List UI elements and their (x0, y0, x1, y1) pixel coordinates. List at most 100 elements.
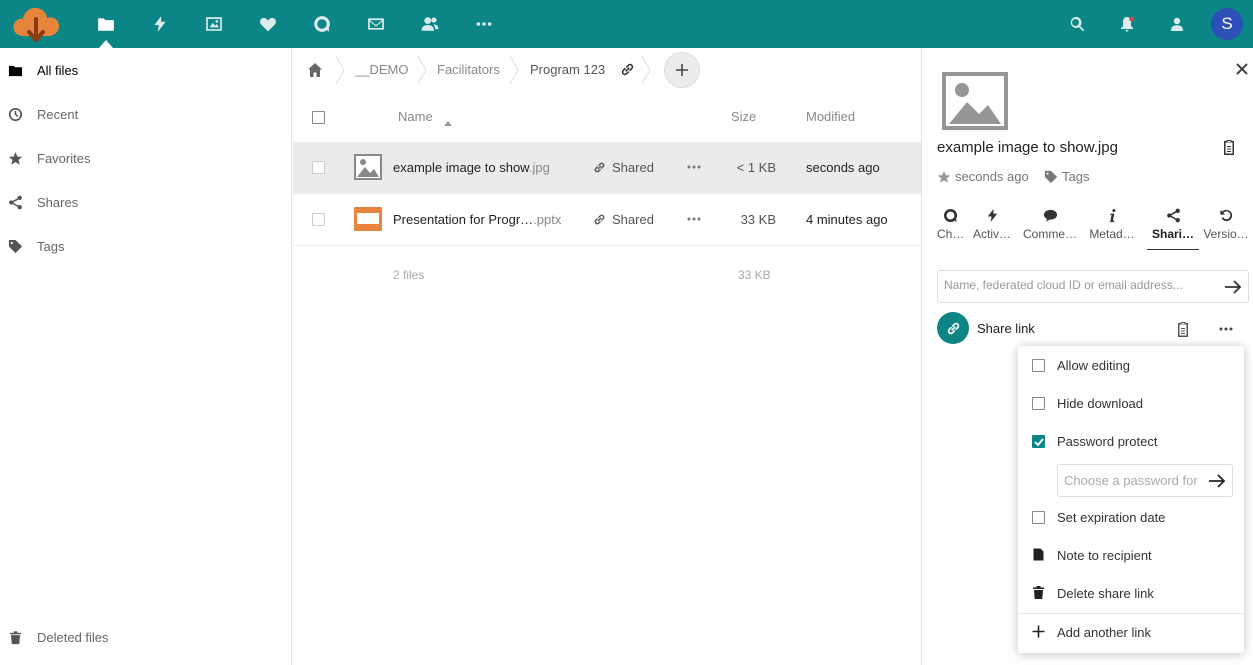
sidebar-item-tags[interactable]: Tags (0, 224, 291, 268)
sidebar-item-shares[interactable]: Shares (0, 180, 291, 224)
comment-icon (1021, 208, 1079, 224)
sidebar-item-label: Deleted files (37, 629, 109, 645)
close-icon[interactable] (1235, 62, 1249, 76)
allow-editing-option[interactable]: Allow editing (1018, 346, 1244, 384)
file-list-area: __DEMO Facilitators Program 123 Name Siz… (293, 48, 921, 665)
password-protect-option[interactable]: Password protect (1018, 422, 1244, 460)
sidebar-item-deleted-files[interactable]: Deleted files (0, 615, 291, 659)
share-link-avatar (937, 312, 969, 344)
active-tab-underline (1147, 249, 1199, 250)
clock-icon (7, 106, 23, 122)
share-link-label: Share link (977, 321, 1035, 336)
copy-to-clipboard-icon[interactable] (1175, 320, 1191, 338)
file-name[interactable]: Presentation for Progr….pptx (393, 212, 561, 227)
row-checkbox[interactable] (312, 213, 325, 226)
tab-activity[interactable]: Activ… (970, 208, 1014, 242)
file-thumbnail (942, 72, 1008, 130)
password-protect-checkbox[interactable] (1032, 435, 1045, 448)
tag-icon (7, 238, 23, 254)
file-size: < 1 KB (736, 160, 776, 175)
arrow-right-icon[interactable] (1208, 473, 1226, 489)
presentation-file-icon (354, 207, 382, 231)
file-actions-icon[interactable] (687, 160, 701, 174)
link-icon (594, 162, 605, 173)
set-expiration-option[interactable]: Set expiration date (1018, 498, 1244, 536)
top-header: S (0, 0, 1253, 48)
select-all-checkbox[interactable] (312, 111, 325, 124)
shared-button[interactable]: Shared (593, 160, 654, 175)
share-link-icon[interactable] (620, 62, 635, 77)
detail-tags-link[interactable]: Tags (1044, 169, 1089, 184)
file-actions-icon[interactable] (687, 212, 701, 226)
tab-versions[interactable]: Versio… (1203, 208, 1249, 242)
hide-download-option[interactable]: Hide download (1018, 384, 1244, 422)
user-avatar[interactable]: S (1211, 8, 1243, 40)
photos-icon[interactable] (202, 12, 226, 36)
allow-editing-checkbox[interactable] (1032, 359, 1045, 372)
mail-icon[interactable] (364, 12, 388, 36)
file-modified: 4 minutes ago (806, 212, 888, 227)
chat-icon (937, 208, 963, 224)
password-field[interactable] (1057, 464, 1233, 497)
note-to-recipient-option[interactable]: Note to recipient (1018, 536, 1244, 574)
total-size-summary: 33 KB (738, 268, 771, 282)
file-modified: seconds ago (806, 160, 880, 175)
tab-comments[interactable]: Comme… (1021, 208, 1079, 242)
add-another-link-option[interactable]: Add another link (1018, 613, 1244, 651)
notifications-icon[interactable] (1117, 14, 1137, 34)
contacts-icon[interactable] (418, 12, 442, 36)
home-icon[interactable] (307, 62, 323, 78)
search-icon[interactable] (1067, 14, 1087, 34)
delete-share-link-option[interactable]: Delete share link (1018, 574, 1244, 612)
contacts-menu-icon[interactable] (1167, 14, 1187, 34)
modified-column-header[interactable]: Modified (806, 109, 855, 124)
arrow-right-icon[interactable] (1224, 279, 1242, 295)
copy-link-icon[interactable] (1221, 138, 1237, 156)
breadcrumb-item[interactable]: __DEMO (355, 62, 408, 78)
name-column-header[interactable]: Name (398, 109, 433, 124)
file-name[interactable]: example image to show.jpg (393, 160, 550, 175)
tag-icon (1044, 170, 1058, 183)
file-row[interactable]: example image to show.jpg Shared < 1 KB … (293, 142, 921, 194)
share-icon (7, 194, 23, 210)
sidebar-item-label: Tags (37, 238, 65, 254)
nextcloud-logo[interactable] (10, 2, 62, 46)
shared-button[interactable]: Shared (593, 212, 654, 227)
trash-icon (1032, 586, 1045, 599)
share-link-menu-icon[interactable] (1219, 322, 1233, 336)
files-icon[interactable] (94, 12, 118, 36)
tab-sharing[interactable]: Shari… (1147, 208, 1199, 242)
favorites-icon[interactable] (256, 12, 280, 36)
tab-metadata[interactable]: Metad… (1086, 208, 1138, 242)
detail-favorite-modified: seconds ago (937, 169, 1029, 184)
file-row[interactable]: Presentation for Progr….pptx Shared 33 K… (293, 194, 921, 246)
sort-ascending-icon (444, 114, 452, 126)
size-column-header[interactable]: Size (731, 109, 756, 124)
more-apps-icon[interactable] (472, 12, 496, 36)
set-expiration-checkbox[interactable] (1032, 511, 1045, 524)
talk-icon[interactable] (310, 12, 334, 36)
hide-download-checkbox[interactable] (1032, 397, 1045, 410)
activity-icon (970, 208, 1014, 224)
plus-icon (1032, 625, 1045, 638)
sidebar-item-all-files[interactable]: All files (0, 48, 291, 92)
app-navigation: All files Recent Favorites Shares Tags D… (0, 48, 292, 665)
trash-icon (7, 629, 23, 645)
share-with-input[interactable] (944, 278, 1216, 292)
sidebar-item-favorites[interactable]: Favorites (0, 136, 291, 180)
row-checkbox[interactable] (312, 161, 325, 174)
folder-icon (7, 62, 23, 78)
sidebar-item-label: Shares (37, 194, 79, 210)
sidebar-item-label: All files (37, 62, 79, 78)
breadcrumb-separator (509, 55, 519, 85)
new-file-button[interactable] (664, 52, 700, 88)
info-icon (1086, 208, 1138, 224)
share-with-field[interactable] (937, 270, 1249, 303)
tab-chat[interactable]: Ch… (937, 208, 963, 242)
breadcrumb-separator (335, 55, 345, 85)
breadcrumb-item[interactable]: Facilitators (437, 62, 500, 78)
breadcrumb-current[interactable]: Program 123 (530, 62, 605, 78)
activity-icon[interactable] (148, 12, 172, 36)
password-input[interactable] (1064, 473, 1204, 488)
sidebar-item-recent[interactable]: Recent (0, 92, 291, 136)
